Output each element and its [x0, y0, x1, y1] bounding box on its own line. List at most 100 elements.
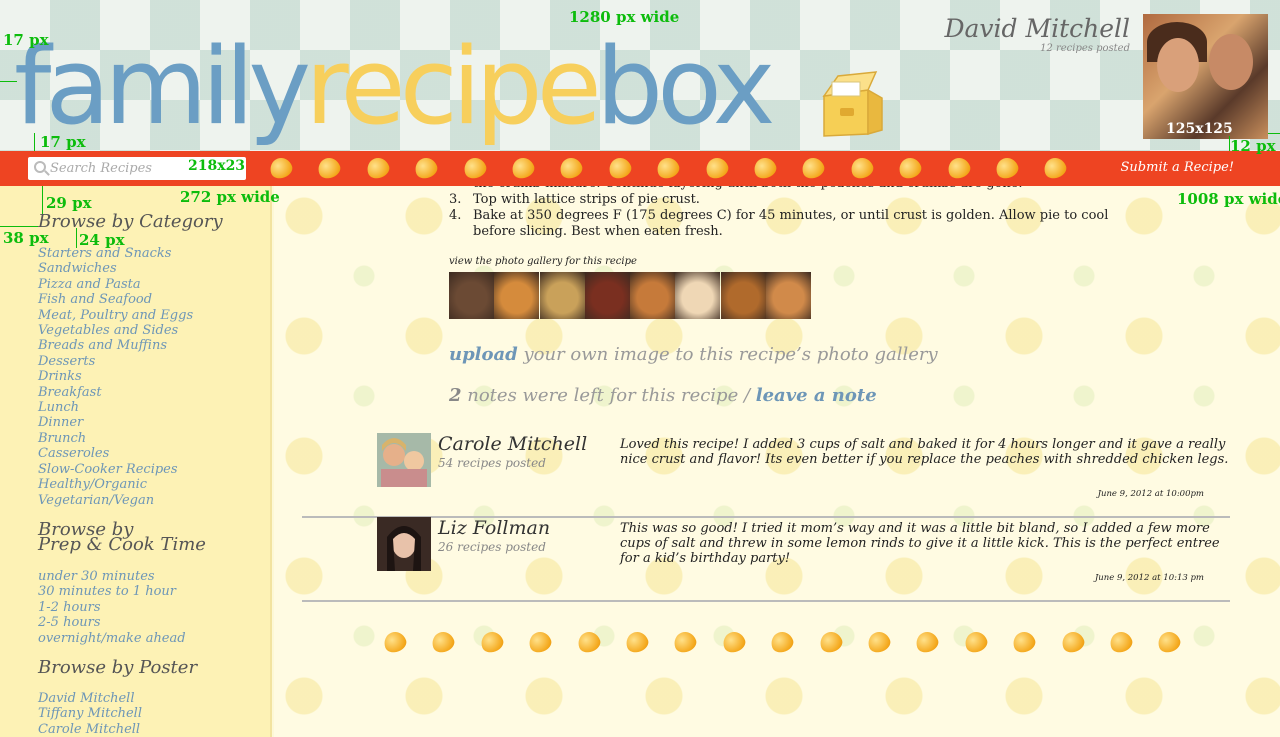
lemon-icon — [671, 628, 700, 656]
time-link[interactable]: overnight/make ahead — [38, 631, 186, 646]
time-link[interactable]: 1-2 hours — [38, 600, 186, 615]
lemon-icon — [702, 154, 731, 182]
lemon-icon — [315, 154, 344, 182]
category-link[interactable]: Desserts — [38, 354, 193, 369]
notes-count: 2 — [449, 385, 462, 406]
lemon-icon — [364, 154, 392, 182]
annotation-line — [1229, 136, 1230, 151]
lemon-icon — [944, 154, 973, 182]
user-recipe-count: 12 recipes posted — [1040, 43, 1130, 54]
lemon-icon — [574, 628, 603, 656]
annotation-avatar-size: 125x125 — [1166, 121, 1233, 137]
category-list: Starters and Snacks Sandwiches Pizza and P… — [38, 246, 193, 508]
annotation-search-size: 218x23 — [188, 158, 246, 174]
category-link[interactable]: Fish and Seafood — [38, 292, 193, 307]
user-name[interactable]: David Mitchell — [944, 14, 1130, 43]
category-link[interactable]: Drinks — [38, 369, 193, 384]
lemon-icon — [557, 154, 586, 182]
category-link[interactable]: Casseroles — [38, 446, 193, 461]
time-list: under 30 minutes 30 minutes to 1 hour 1-2 … — [38, 569, 186, 646]
annotation-line — [0, 226, 38, 227]
note-author-count: 54 recipes posted — [438, 456, 546, 470]
category-link[interactable]: Vegetarian/Vegan — [38, 493, 193, 508]
note-avatar[interactable] — [377, 433, 431, 487]
category-link[interactable]: Brunch — [38, 431, 193, 446]
photo-gallery — [449, 272, 812, 319]
category-link[interactable]: Breads and Muffins — [38, 338, 193, 353]
search-icon — [34, 161, 46, 173]
time-link[interactable]: 30 minutes to 1 hour — [38, 584, 186, 599]
gallery-thumbnail[interactable] — [630, 272, 676, 319]
site-logo[interactable]: familyrecipebox — [14, 34, 775, 140]
category-link[interactable]: Pizza and Pasta — [38, 277, 193, 292]
gallery-thumbnail[interactable] — [720, 272, 766, 319]
lemon-icon — [526, 628, 554, 656]
annotation-sidebar-left: 38 px — [3, 229, 49, 247]
gallery-thumbnail[interactable] — [675, 272, 721, 319]
note-author[interactable]: Carole Mitchell — [438, 433, 587, 455]
recipe-step: 4. Bake at 350 degrees F (175 degrees C) … — [449, 208, 1109, 239]
annotation-sidebar-top: 29 px — [46, 194, 92, 212]
lemon-icon — [1155, 628, 1184, 656]
time-link[interactable]: 2-5 hours — [38, 615, 186, 630]
lemon-icon — [962, 628, 990, 656]
notes-line: 2 notes were left for this recipe / leav… — [449, 385, 877, 406]
annotation-line — [0, 81, 17, 82]
gallery-thumbnail[interactable] — [584, 272, 630, 319]
note-author[interactable]: Liz Follman — [438, 517, 550, 539]
poster-link[interactable]: Carole Mitchell — [38, 722, 142, 737]
category-link[interactable]: Meat, Poultry and Eggs — [38, 308, 193, 323]
annotation-line — [76, 228, 77, 248]
annotation-line — [42, 186, 43, 214]
annotation-logo-bottom: 17 px — [40, 133, 86, 151]
category-link[interactable]: Vegetables and Sides — [38, 323, 193, 338]
lemon-icon — [799, 154, 828, 182]
category-link[interactable]: Sandwiches — [38, 261, 193, 276]
lemon-icon — [768, 628, 796, 656]
lemon-icon — [848, 154, 876, 182]
category-link[interactable]: Breakfast — [38, 385, 193, 400]
poster-link[interactable]: Tiffany Mitchell — [38, 706, 142, 721]
poster-link[interactable]: David Mitchell — [38, 691, 142, 706]
lemon-icon — [751, 154, 779, 182]
note-text: This was so good! I tried it mom’s way a… — [620, 521, 1220, 566]
recipe-box-icon — [822, 71, 883, 137]
gallery-link[interactable]: view the photo gallery for this recipe — [449, 256, 637, 267]
note-avatar[interactable] — [377, 517, 431, 571]
category-link[interactable]: Healthy/Organic — [38, 477, 193, 492]
category-heading: Browse by Category — [38, 211, 223, 232]
lemon-icon — [720, 628, 748, 656]
annotation-sidebar-indent: 24 px — [79, 231, 125, 249]
lemon-icon — [460, 154, 489, 182]
gallery-thumbnail[interactable] — [494, 272, 540, 319]
annotation-right-margin: 12 px — [1230, 137, 1276, 155]
lemon-icon — [913, 628, 942, 656]
category-link[interactable]: Lunch — [38, 400, 193, 415]
lemon-icon — [623, 628, 651, 656]
lemon-icon — [478, 628, 506, 656]
category-link[interactable]: Dinner — [38, 415, 193, 430]
lemon-icon — [1058, 628, 1087, 656]
category-link[interactable]: Slow-Cooker Recipes — [38, 462, 193, 477]
nav-bar: 218x23 Submit a Recipe! — [0, 151, 1280, 186]
lemon-icon — [865, 628, 893, 656]
submit-recipe-link[interactable]: Submit a Recipe! — [1121, 160, 1234, 175]
gallery-thumbnail[interactable] — [449, 272, 494, 319]
annotation-sidebar-width: 272 px wide — [180, 188, 280, 206]
annotation-line — [34, 133, 35, 151]
annotation-top-left: 17 px — [3, 31, 49, 49]
upload-line: upload your own image to this recipe’s p… — [449, 344, 938, 365]
annotation-main-width: 1008 px wide — [1177, 190, 1280, 208]
gallery-thumbnail[interactable] — [539, 272, 585, 319]
lemon-icon — [1041, 154, 1070, 182]
upload-link[interactable]: upload — [449, 344, 518, 365]
lemon-icon — [816, 628, 845, 656]
gallery-thumbnail[interactable] — [766, 272, 812, 319]
time-heading-2: Prep & Cook Time — [38, 534, 206, 555]
time-link[interactable]: under 30 minutes — [38, 569, 186, 584]
lemon-icon — [267, 154, 295, 182]
lemon-icon — [429, 628, 458, 656]
leave-note-link[interactable]: leave a note — [756, 385, 877, 406]
note-item: Carole Mitchell 54 recipes posted Loved … — [302, 433, 1230, 518]
lemon-decoration — [267, 154, 1110, 182]
